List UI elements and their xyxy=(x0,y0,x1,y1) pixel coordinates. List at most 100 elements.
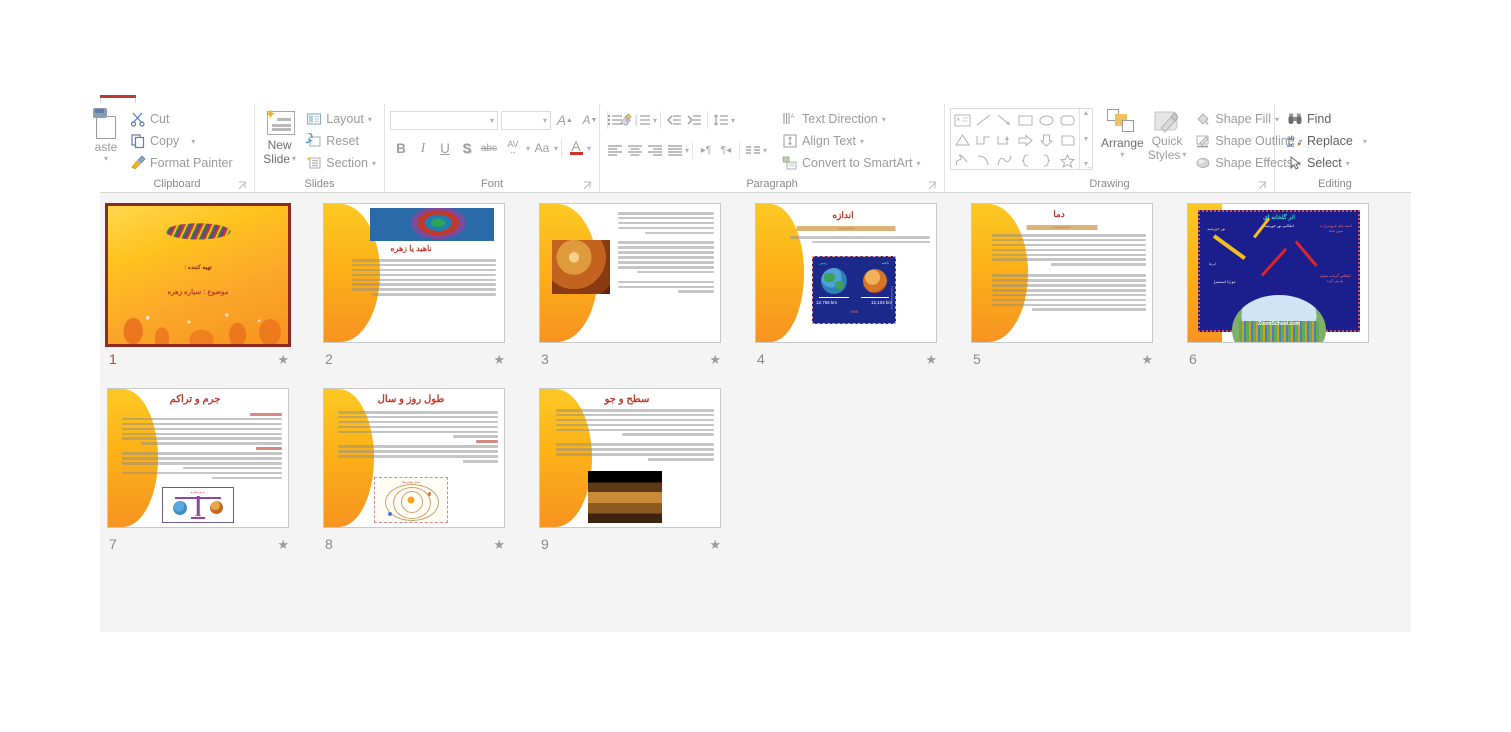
change-case-caret-icon[interactable]: ▾ xyxy=(554,144,558,153)
shape-star[interactable] xyxy=(1057,150,1078,170)
slide-cell[interactable]: سطح و جو 9 ★ xyxy=(535,388,751,573)
font-name-caret-icon[interactable]: ▾ xyxy=(490,116,494,125)
slide-cell[interactable]: اثر گلخانه ای انعکاس نور خورشید نور خورش… xyxy=(1183,203,1399,388)
shape-arrow[interactable] xyxy=(994,110,1015,130)
bullets-caret-icon[interactable]: ▾ xyxy=(625,116,629,125)
slide-sorter-pane[interactable]: تهیه کننده : موضوع : سیاره زهره 1 ★ ناهی… xyxy=(100,193,1411,632)
increase-indent-button[interactable] xyxy=(684,110,704,130)
gallery-scroll-down-icon[interactable]: ▼ xyxy=(1083,136,1090,143)
align-left-button[interactable] xyxy=(605,140,625,160)
slide-thumbnail-4[interactable]: اندازه زمین ناهید 12,756 km 12,104 km %9… xyxy=(755,203,937,343)
ltr-direction-button[interactable]: ▸¶ xyxy=(696,140,716,160)
transition-star-icon[interactable]: ★ xyxy=(493,352,505,368)
slide-thumbnail-9[interactable]: سطح و جو xyxy=(539,388,721,528)
bullets-button[interactable] xyxy=(605,110,625,130)
transition-star-icon[interactable]: ★ xyxy=(709,352,721,368)
slide-cell[interactable]: تهیه کننده : موضوع : سیاره زهره 1 ★ xyxy=(103,203,319,388)
line-spacing-button[interactable] xyxy=(711,110,731,130)
section-button[interactable]: ✦ Section ▾ xyxy=(303,152,379,174)
shape-right-arrow[interactable] xyxy=(1015,130,1036,150)
layout-button[interactable]: Layout ▾ xyxy=(303,108,379,130)
align-center-button[interactable] xyxy=(625,140,645,160)
numbering-button[interactable]: 1 2 3 xyxy=(633,110,653,130)
decrease-indent-button[interactable] xyxy=(664,110,684,130)
shape-curve[interactable] xyxy=(994,150,1015,170)
paste-caret-icon[interactable]: ▾ xyxy=(104,154,108,163)
select-button[interactable]: Select ▾ xyxy=(1284,152,1370,174)
font-color-button[interactable]: A xyxy=(565,137,587,159)
justify-caret-icon[interactable]: ▾ xyxy=(685,146,689,155)
quick-styles-caret-icon[interactable]: ▾ xyxy=(1182,148,1186,162)
font-name-input[interactable]: ▾ xyxy=(390,110,498,130)
slide-cell[interactable]: ناهید یا زهره 2 ★ xyxy=(319,203,535,388)
cut-button[interactable]: Cut xyxy=(127,108,236,130)
smartart-caret-icon[interactable]: ▾ xyxy=(916,159,920,168)
shape-triangle[interactable] xyxy=(952,130,973,150)
replace-button[interactable]: ab ac Replace ▾ xyxy=(1284,130,1370,152)
strikethrough-button[interactable]: abc xyxy=(478,137,500,159)
text-shadow-button[interactable]: S xyxy=(456,137,478,159)
rtl-direction-button[interactable]: ¶◂ xyxy=(716,140,736,160)
transition-star-icon[interactable]: ★ xyxy=(709,537,721,553)
format-painter-button[interactable]: Format Painter xyxy=(127,152,236,174)
shape-elbow-arrow-connector[interactable] xyxy=(994,130,1015,150)
select-caret-icon[interactable]: ▾ xyxy=(1346,159,1350,168)
slide-cell[interactable]: 3 ★ xyxy=(535,203,751,388)
slide-cell[interactable]: اندازه زمین ناهید 12,756 km 12,104 km %9… xyxy=(751,203,967,388)
slide-thumbnail-8[interactable]: طول روز و سال مدار سیاره ها xyxy=(323,388,505,528)
bold-button[interactable]: B xyxy=(390,137,412,159)
layout-caret-icon[interactable]: ▾ xyxy=(368,115,372,124)
transition-star-icon[interactable]: ★ xyxy=(277,537,289,553)
shape-elbow-connector[interactable] xyxy=(973,130,994,150)
new-slide-caret-icon[interactable]: ▾ xyxy=(292,152,296,166)
shape-flowchart-document[interactable] xyxy=(1057,130,1078,150)
text-direction-button[interactable]: A Text Direction ▾ xyxy=(779,108,923,130)
section-caret-icon[interactable]: ▾ xyxy=(372,159,376,168)
drawing-dialog-launcher[interactable] xyxy=(1257,181,1267,191)
reset-button[interactable]: Reset xyxy=(301,130,379,152)
quick-styles-button[interactable]: Quick Styles ▾ xyxy=(1148,108,1186,162)
shape-left-brace[interactable] xyxy=(1015,150,1036,170)
transition-star-icon[interactable]: ★ xyxy=(1141,352,1153,368)
copy-caret-icon[interactable]: ▾ xyxy=(191,137,195,146)
clipboard-dialog-launcher[interactable] xyxy=(237,181,247,191)
shape-arc[interactable] xyxy=(973,150,994,170)
paragraph-dialog-launcher[interactable] xyxy=(927,181,937,191)
slide-thumbnail-3[interactable] xyxy=(539,203,721,343)
line-spacing-caret-icon[interactable]: ▾ xyxy=(731,116,735,125)
shape-scribble[interactable] xyxy=(952,150,973,170)
replace-caret-icon[interactable]: ▾ xyxy=(1363,137,1367,146)
change-case-button[interactable]: Aa xyxy=(530,137,554,159)
shape-line[interactable] xyxy=(973,110,994,130)
arrange-caret-icon[interactable]: ▾ xyxy=(1120,150,1124,159)
font-dialog-launcher[interactable] xyxy=(582,181,592,191)
columns-button[interactable] xyxy=(743,140,763,160)
font-size-input[interactable]: ▾ xyxy=(501,110,551,130)
decrease-font-size-button[interactable]: A ▼ xyxy=(579,109,601,131)
new-slide-button[interactable]: ✦ New Slide ▾ xyxy=(260,107,299,166)
shape-down-arrow[interactable] xyxy=(1036,130,1057,150)
shape-rectangle[interactable] xyxy=(1015,110,1036,130)
find-button[interactable]: Find xyxy=(1284,108,1370,130)
transition-star-icon[interactable]: ★ xyxy=(493,537,505,553)
gallery-scroll-up-icon[interactable]: ▲ xyxy=(1083,110,1090,117)
italic-button[interactable]: I xyxy=(412,137,434,159)
slide-cell[interactable]: جرم و تراکم جرم سیاره تراکم 7 ★ xyxy=(103,388,319,573)
paste-button[interactable]: aste ▾ xyxy=(89,108,123,163)
slide-cell[interactable]: دما 5 ★ xyxy=(967,203,1183,388)
gallery-more-icon[interactable]: ▼̲ xyxy=(1083,161,1090,168)
shape-rounded-rectangle[interactable] xyxy=(1057,110,1078,130)
slide-thumbnail-7[interactable]: جرم و تراکم جرم سیاره تراکم xyxy=(107,388,289,528)
shape-textbox[interactable]: A xyxy=(952,110,973,130)
shape-oval[interactable] xyxy=(1036,110,1057,130)
slide-thumbnail-5[interactable]: دما xyxy=(971,203,1153,343)
shape-gallery-scrollbar[interactable]: ▲ ▼ ▼̲ xyxy=(1079,109,1092,169)
copy-button[interactable]: Copy ▾ xyxy=(127,130,236,152)
convert-to-smartart-button[interactable]: Convert to SmartArt ▾ xyxy=(779,152,923,174)
underline-button[interactable]: U xyxy=(434,137,456,159)
justify-button[interactable] xyxy=(665,140,685,160)
font-color-caret-icon[interactable]: ▾ xyxy=(587,144,591,153)
shape-right-brace[interactable] xyxy=(1036,150,1057,170)
shape-gallery[interactable]: A ▲ ▼ ▼̲ xyxy=(950,108,1093,170)
arrange-button[interactable]: Arrange ▾ xyxy=(1101,108,1144,159)
